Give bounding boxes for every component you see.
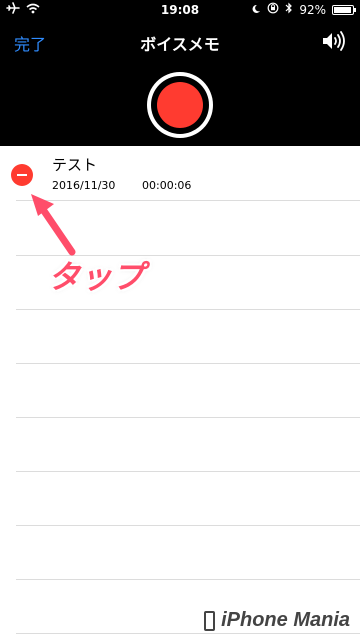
tap-annotation-label: タップ bbox=[48, 258, 145, 296]
minus-icon bbox=[17, 174, 27, 176]
watermark-text: iPhone Mania bbox=[221, 609, 350, 631]
status-bar: 19:08 92% bbox=[0, 0, 360, 20]
watermark: iPhone Mania bbox=[204, 609, 350, 632]
orientation-lock-icon bbox=[267, 2, 279, 17]
recording-duration: 00:00:06 bbox=[142, 179, 192, 192]
empty-row bbox=[0, 418, 360, 472]
record-button-ring bbox=[151, 76, 209, 134]
empty-row bbox=[0, 364, 360, 418]
recording-title: テスト bbox=[52, 156, 98, 174]
empty-row bbox=[0, 472, 360, 526]
navigation-bar: 完了 ボイスメモ bbox=[0, 20, 360, 62]
page-title: ボイスメモ bbox=[140, 35, 220, 54]
phone-icon bbox=[204, 610, 216, 631]
annotation-arrow bbox=[28, 186, 78, 260]
record-dot bbox=[157, 82, 203, 128]
battery-icon bbox=[332, 4, 356, 15]
header-area: 19:08 92% 完了 ボイスメモ bbox=[0, 0, 360, 146]
record-button[interactable] bbox=[147, 72, 213, 138]
status-right: 92% bbox=[251, 2, 356, 17]
speaker-icon[interactable] bbox=[320, 29, 348, 53]
battery-fill bbox=[334, 6, 351, 13]
battery-percent: 92% bbox=[299, 2, 326, 17]
empty-row bbox=[0, 526, 360, 580]
delete-button[interactable] bbox=[11, 164, 33, 186]
moon-icon bbox=[251, 3, 261, 17]
empty-row bbox=[0, 310, 360, 364]
bluetooth-icon bbox=[285, 2, 293, 17]
